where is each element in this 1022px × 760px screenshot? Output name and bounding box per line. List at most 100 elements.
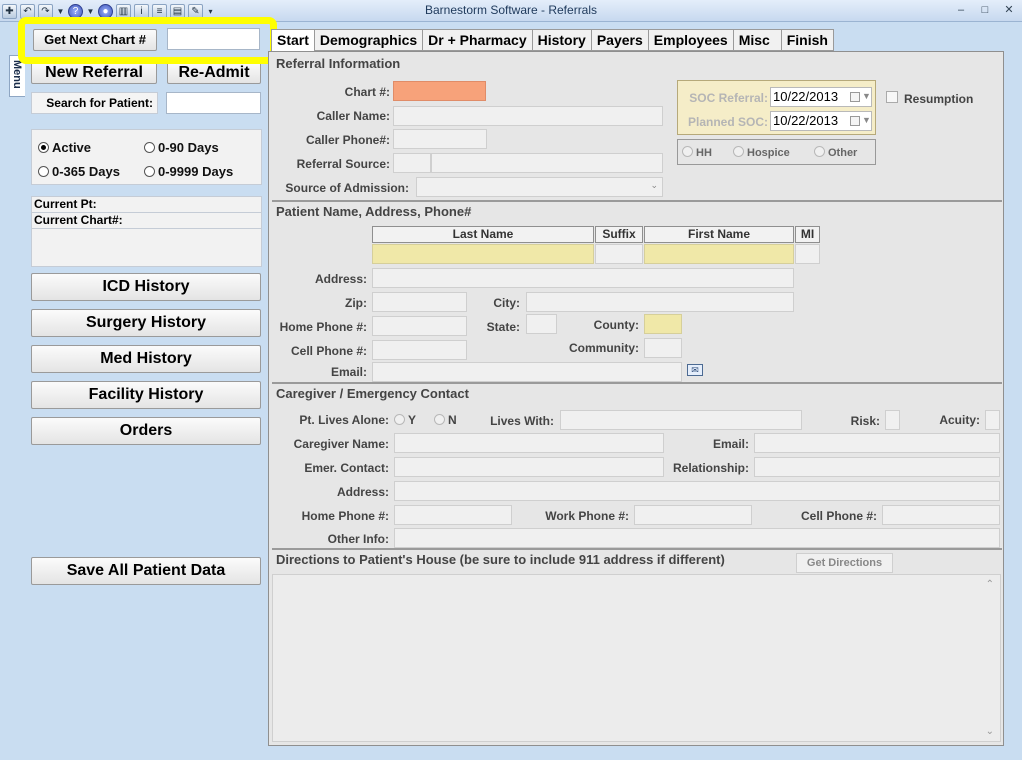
relationship-field[interactable]	[754, 457, 1000, 477]
lives-with-label: Lives With:	[490, 414, 554, 428]
cell-phone-label: Cell Phone #:	[290, 344, 367, 358]
facility-history-button[interactable]: Facility History	[31, 381, 261, 409]
emer-contact-field[interactable]	[394, 457, 664, 477]
radio-icon[interactable]	[434, 414, 445, 425]
address-label: Address:	[314, 272, 367, 286]
radio-icon[interactable]	[394, 414, 405, 425]
radio-icon[interactable]	[144, 142, 155, 153]
risk-field[interactable]	[885, 410, 900, 430]
restore-icon[interactable]: □	[976, 2, 994, 18]
soc-referral-label: SOC Referral:	[689, 91, 768, 105]
caregiver-name-field[interactable]	[394, 433, 664, 453]
radio-icon[interactable]	[814, 146, 825, 157]
caregiver-address-field[interactable]	[394, 481, 1000, 501]
calendar-icon[interactable]	[850, 116, 860, 126]
caregiver-cell-phone-label: Cell Phone #:	[800, 509, 877, 523]
county-field[interactable]	[644, 314, 682, 334]
caller-name-field[interactable]	[393, 106, 663, 126]
date-filter-group: Active 0-90 Days 0-365 Days 0-9999 Days	[31, 129, 262, 185]
filter-0-365-option[interactable]: 0-365 Days	[38, 164, 120, 179]
scroll-up-icon[interactable]: ⌃	[986, 579, 994, 590]
zip-field[interactable]	[372, 292, 467, 312]
readmit-button[interactable]: Re-Admit	[167, 62, 261, 84]
filter-0-90-option[interactable]: 0-90 Days	[144, 140, 219, 155]
resumption-checkbox[interactable]	[886, 91, 898, 103]
type-other-option[interactable]: Other	[814, 146, 857, 159]
calendar-icon[interactable]	[850, 92, 860, 102]
save-all-button[interactable]: Save All Patient Data	[31, 557, 261, 585]
mi-field[interactable]	[795, 244, 820, 264]
cell-phone-field[interactable]	[372, 340, 467, 360]
directions-textarea[interactable]: ⌃ ⌄	[272, 574, 1001, 742]
chevron-down-icon[interactable]: ⌄	[650, 180, 658, 191]
tab-misc[interactable]: Misc	[733, 29, 782, 51]
caregiver-cell-phone-field[interactable]	[882, 505, 1000, 525]
other-info-label: Other Info:	[327, 532, 389, 546]
window-title: Barnestorm Software - Referrals	[424, 3, 598, 17]
home-phone-field[interactable]	[372, 316, 467, 336]
first-name-header: First Name	[644, 226, 794, 243]
search-input[interactable]	[166, 92, 261, 114]
filter-active-option[interactable]: Active	[38, 140, 91, 155]
radio-icon[interactable]	[144, 166, 155, 177]
radio-icon[interactable]	[38, 166, 49, 177]
radio-selected-icon[interactable]	[38, 142, 49, 153]
acuity-field[interactable]	[985, 410, 1000, 430]
first-name-field[interactable]	[644, 244, 794, 264]
chart-label: Chart #:	[344, 85, 390, 99]
tab-dr-pharmacy[interactable]: Dr + Pharmacy	[423, 29, 533, 51]
close-icon[interactable]: ✕	[1000, 2, 1018, 18]
caller-phone-field[interactable]	[393, 129, 487, 149]
referral-type-group: HH Hospice Other	[677, 139, 876, 165]
referral-source-code-field[interactable]	[393, 153, 431, 173]
state-field[interactable]	[526, 314, 557, 334]
community-field[interactable]	[644, 338, 682, 358]
scroll-down-icon[interactable]: ⌄	[986, 726, 994, 737]
chevron-down-icon[interactable]: ▼	[862, 115, 871, 125]
city-field[interactable]	[526, 292, 794, 312]
caregiver-email-field[interactable]	[754, 433, 1000, 453]
lives-alone-no-option[interactable]: N	[434, 413, 457, 427]
source-admission-select[interactable]: ⌄	[416, 177, 663, 197]
suffix-header: Suffix	[595, 226, 643, 243]
type-hh-option[interactable]: HH	[682, 146, 712, 159]
surgery-history-button[interactable]: Surgery History	[31, 309, 261, 337]
orders-button[interactable]: Orders	[31, 417, 261, 445]
filter-0-9999-option[interactable]: 0-9999 Days	[144, 164, 233, 179]
search-label: Search for Patient:	[31, 92, 158, 114]
work-phone-field[interactable]	[634, 505, 752, 525]
tab-finish[interactable]: Finish	[781, 29, 834, 51]
left-panel: Get Next Chart # New Referral Re-Admit S…	[28, 22, 268, 750]
tab-history[interactable]: History	[532, 29, 592, 51]
address-field[interactable]	[372, 268, 794, 288]
radio-icon[interactable]	[682, 146, 693, 157]
referral-source-field[interactable]	[431, 153, 663, 173]
last-name-field[interactable]	[372, 244, 594, 264]
current-patient-box: Current Pt: Current Chart#:	[31, 196, 262, 267]
new-referral-button[interactable]: New Referral	[31, 62, 157, 84]
caregiver-home-phone-field[interactable]	[394, 505, 512, 525]
chevron-down-icon[interactable]: ▼	[862, 91, 871, 101]
suffix-field[interactable]	[595, 244, 643, 264]
type-hospice-option[interactable]: Hospice	[733, 146, 790, 159]
caregiver-section: Caregiver / Emergency Contact Pt. Lives …	[272, 382, 1002, 548]
minimize-icon[interactable]: –	[952, 2, 970, 18]
med-history-button[interactable]: Med History	[31, 345, 261, 373]
tab-employees[interactable]: Employees	[648, 29, 734, 51]
state-label: State:	[486, 320, 520, 334]
tab-payers[interactable]: Payers	[591, 29, 649, 51]
tab-start[interactable]: Start	[271, 29, 315, 52]
lives-with-field[interactable]	[560, 410, 802, 430]
email-icon[interactable]: ✉	[687, 364, 703, 376]
other-info-field[interactable]	[394, 528, 1000, 548]
referral-section-title: Referral Information	[276, 56, 401, 71]
icd-history-button[interactable]: ICD History	[31, 273, 261, 301]
get-directions-button[interactable]: Get Directions	[796, 553, 893, 573]
current-chart-label: Current Chart#:	[32, 213, 261, 229]
chart-field[interactable]	[393, 81, 486, 101]
lives-alone-yes-option[interactable]: Y	[394, 413, 416, 427]
tab-demographics[interactable]: Demographics	[314, 29, 424, 51]
patient-email-field[interactable]	[372, 362, 682, 382]
radio-icon[interactable]	[733, 146, 744, 157]
tab-bar: Start Demographics Dr + Pharmacy History…	[271, 29, 834, 52]
